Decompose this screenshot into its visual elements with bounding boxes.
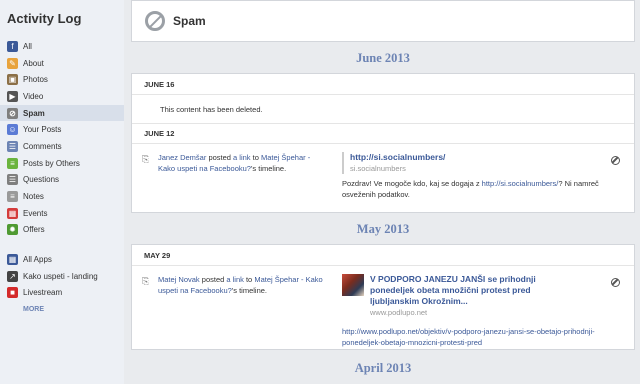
link-title[interactable]: V PODPORO JANEZU JANŠI se prihodnji pone…	[370, 274, 570, 307]
photo-icon: ▣	[7, 74, 18, 86]
a-link-link[interactable]: a link	[226, 275, 244, 284]
sidebar-item-posts-by-others[interactable]: ≡ Posts by Others	[0, 155, 124, 172]
sidebar-item-label: Questions	[23, 175, 60, 185]
post-to-wall-icon: ⎘	[142, 154, 150, 164]
sidebar-item-label: All	[23, 41, 32, 51]
sidebar-item-all[interactable]: f All	[0, 38, 124, 55]
sidebar-item-label: Notes	[23, 192, 44, 202]
sidebar-item-label: Livestream	[23, 288, 63, 298]
story-may-29: ⎘ Matej Novak posted a link to Matej Špe…	[132, 266, 634, 356]
person-icon: ☺	[7, 124, 18, 136]
section-april-2013: April 2013	[354, 361, 412, 375]
header-card: Spam	[131, 0, 635, 42]
more-link[interactable]: MORE	[0, 301, 124, 317]
may-card: MAY 29 ⎘ Matej Novak posted a link to Ma…	[131, 244, 635, 350]
calendar-icon: ▦	[7, 207, 18, 219]
sidebar-item-label: Events	[23, 208, 48, 218]
story-suffix: 's timeline.	[250, 164, 287, 173]
story-to: to	[250, 153, 261, 162]
date-header-june-16: JUNE 16	[132, 74, 634, 95]
pencil-icon: ✎	[7, 57, 18, 69]
nav-divider	[0, 238, 124, 251]
story-june-12: ⎘ Janez Demšar posted a link to Matej Šp…	[132, 144, 634, 208]
sidebar-item-label: All Apps	[23, 255, 52, 265]
sidebar-item-all-apps[interactable]: ▦ All Apps	[0, 251, 124, 268]
link-domain: www.podlupo.net	[370, 308, 428, 317]
june-card: JUNE 16 This content has been deleted. J…	[131, 73, 635, 213]
link-attachment: V PODPORO JANEZU JANŠI se prihodnji pone…	[342, 274, 622, 318]
sidebar-item-label: Posts by Others	[23, 158, 80, 168]
spam-icon	[145, 11, 165, 31]
sidebar-item-label: Photos	[23, 75, 48, 85]
story-to: to	[243, 275, 255, 284]
sidebar-item-livestream[interactable]: ■ Livestream	[0, 285, 124, 302]
sidebar-item-notes[interactable]: ≡ Notes	[0, 188, 124, 205]
deleted-notice: This content has been deleted.	[160, 104, 263, 114]
link-attachment: http://si.socialnumbers/ si.socialnumber…	[342, 152, 622, 174]
story-suffix: 's timeline.	[231, 286, 268, 295]
chart-icon: ↗	[7, 270, 18, 282]
main-content: Spam June 2013 JUNE 16 This content has …	[131, 0, 635, 384]
link-thumbnail[interactable]	[342, 274, 364, 296]
header-title: Spam	[173, 14, 206, 28]
link-domain: si.socialnumbers	[350, 164, 406, 173]
actor-link[interactable]: Matej Novak	[158, 275, 200, 284]
livestream-icon: ■	[7, 287, 18, 299]
sidebar: Activity Log f All ✎ About ▣ Photos ▶ Video ⊘ Spa…	[0, 0, 124, 384]
date-header-june-12: JUNE 12	[132, 123, 634, 144]
a-link-link[interactable]: a link	[233, 153, 251, 162]
post-to-wall-icon: ⎘	[142, 276, 150, 286]
post-message: Pozdrav! Ve mogoče kdo, kaj se dogaja z …	[342, 178, 622, 200]
section-may-2013: May 2013	[356, 222, 410, 236]
message-text: Pozdrav! Ve mogoče kdo, kaj se dogaja z	[342, 179, 482, 188]
sidebar-item-offers[interactable]: ✹ Offers	[0, 222, 124, 239]
page-title: Activity Log	[7, 11, 82, 26]
sidebar-item-spam[interactable]: ⊘ Spam	[0, 104, 124, 122]
sidebar-item-label: Offers	[23, 225, 45, 235]
sidebar-item-label: About	[23, 58, 44, 68]
comment-icon: ☰	[7, 140, 18, 152]
note-icon: ≡	[7, 191, 18, 203]
story-verb: posted	[199, 275, 227, 284]
shared-link-preview: http://si.socialnumbers/ si.socialnumber…	[342, 152, 622, 200]
shared-link-preview: V PODPORO JANEZU JANŠI se prihodnji pone…	[342, 274, 622, 348]
section-june-2013: June 2013	[356, 51, 410, 65]
sidebar-item-video[interactable]: ▶ Video	[0, 88, 124, 105]
sidebar-item-label: Your Posts	[23, 125, 62, 135]
sidebar-item-label: Comments	[23, 141, 62, 151]
link-url[interactable]: http://www.podlupo.net/objektiv/v-podpor…	[342, 326, 622, 348]
story-text: Matej Novak posted a link to Matej Špeha…	[158, 274, 328, 348]
sidebar-item-label: Spam	[23, 108, 45, 118]
sidebar-item-photos[interactable]: ▣ Photos	[0, 71, 124, 88]
actor-link[interactable]: Janez Demšar	[158, 153, 206, 162]
spam-icon: ⊘	[7, 107, 18, 119]
message-link[interactable]: http://si.socialnumbers/	[482, 179, 559, 188]
offer-icon: ✹	[7, 224, 18, 236]
story-verb: posted	[206, 153, 234, 162]
date-header-may-29: MAY 29	[132, 245, 634, 266]
story-text: Janez Demšar posted a link to Matej Špeh…	[158, 152, 328, 200]
link-title[interactable]: http://si.socialnumbers/	[350, 152, 622, 163]
sidebar-item-label: Kako uspeti - landing	[23, 271, 98, 281]
sidebar-item-comments[interactable]: ☰ Comments	[0, 138, 124, 155]
sidebar-item-about[interactable]: ✎ About	[0, 55, 124, 72]
block-icon[interactable]	[611, 278, 620, 287]
sidebar-item-questions[interactable]: ☰ Questions	[0, 172, 124, 189]
apps-icon: ▦	[7, 254, 18, 266]
sidebar-item-label: Video	[23, 91, 44, 101]
list-icon: ☰	[7, 174, 18, 186]
sidebar-item-events[interactable]: ▦ Events	[0, 205, 124, 222]
block-icon[interactable]	[611, 156, 620, 165]
sidebar-item-your-posts[interactable]: ☺ Your Posts	[0, 121, 124, 138]
sidebar-apps: ▦ All Apps ↗ Kako uspeti - landing ■ Livestre…	[0, 251, 124, 301]
facebook-icon: f	[7, 40, 18, 52]
sidebar-nav: f All ✎ About ▣ Photos ▶ Video ⊘ Spam ☺ Your Posts ☰…	[0, 38, 124, 238]
chat-icon: ≡	[7, 157, 18, 169]
video-camera-icon: ▶	[7, 90, 18, 102]
sidebar-item-kako-uspeti-landing[interactable]: ↗ Kako uspeti - landing	[0, 268, 124, 285]
